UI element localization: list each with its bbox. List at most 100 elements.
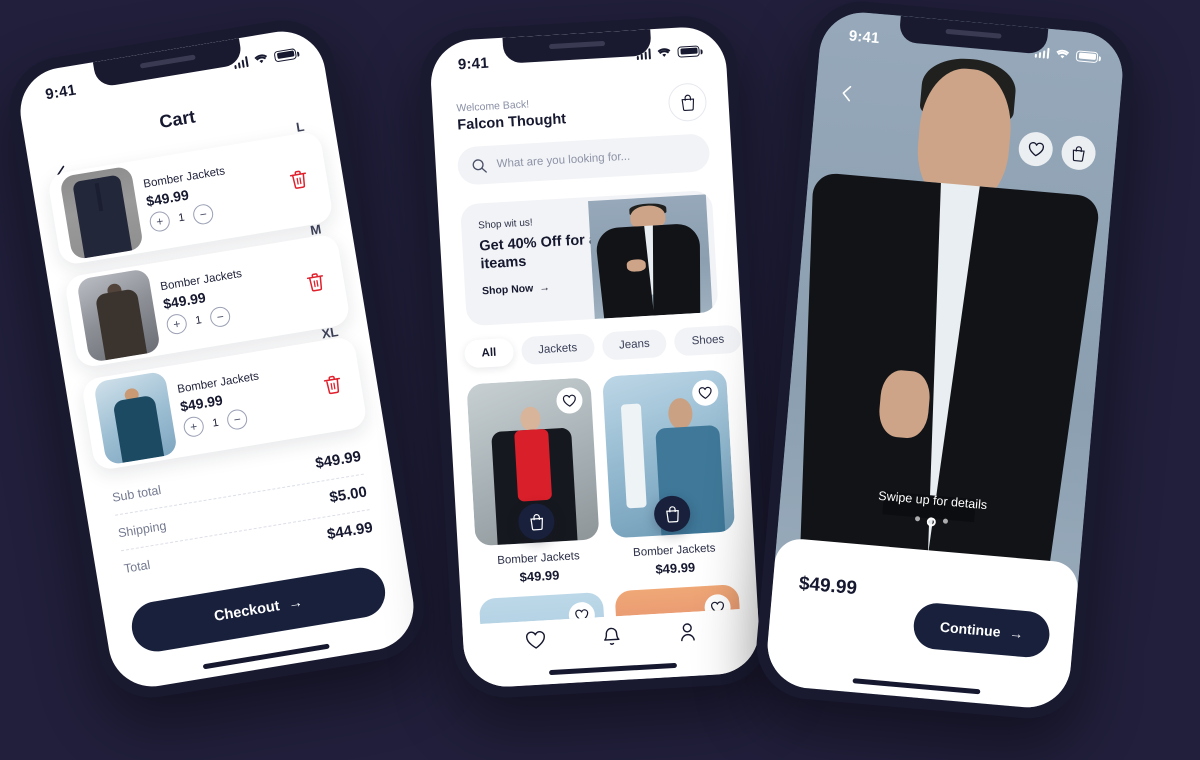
- search-icon: [472, 158, 487, 173]
- favorite-button[interactable]: [691, 378, 719, 407]
- product-card[interactable]: Bomber Jackets$49.99: [602, 369, 737, 579]
- favorite-button[interactable]: [555, 386, 584, 415]
- delete-item-button[interactable]: [304, 270, 329, 295]
- person-icon: [680, 623, 695, 642]
- category-chip-shoes[interactable]: Shoes: [673, 324, 742, 357]
- summary-value: $49.99: [314, 447, 363, 473]
- delete-item-button[interactable]: [321, 373, 346, 398]
- shop-now-label: Shop Now: [481, 282, 534, 298]
- cart-button[interactable]: [667, 82, 708, 123]
- decrease-quantity-button[interactable]: −: [191, 202, 215, 226]
- greeting-block: Welcome Back! Falcon Thought: [456, 96, 566, 133]
- arrow-right-icon: →: [538, 281, 551, 295]
- cart-item-thumbnail: [59, 165, 144, 261]
- category-chip-jackets[interactable]: Jackets: [520, 333, 595, 366]
- cart-item-thumbnail: [76, 268, 161, 363]
- increase-quantity-button[interactable]: +: [165, 312, 189, 336]
- product-card[interactable]: Bomber Jackets$49.99: [466, 377, 601, 587]
- promo-image: [588, 194, 713, 319]
- continue-label: Continue: [939, 618, 1002, 640]
- heart-icon: [1028, 141, 1044, 156]
- battery-icon: [677, 44, 700, 58]
- search-placeholder: What are you looking for...: [496, 150, 631, 171]
- promo-banner[interactable]: Shop wit us! Get 40% Off for all iteams …: [459, 190, 719, 327]
- cart-item-info: Bomber Jackets $49.99 +1−: [167, 360, 328, 439]
- arrow-right-icon: →: [1008, 624, 1025, 642]
- search-bar[interactable]: What are you looking for...: [456, 133, 711, 186]
- wifi-icon: [1056, 49, 1070, 58]
- checkout-label: Checkout: [212, 598, 281, 625]
- add-to-bag-button[interactable]: [1060, 134, 1097, 172]
- tab-profile[interactable]: [677, 622, 697, 649]
- bell-icon: [604, 627, 621, 645]
- cart-item-info: Bomber Jackets $49.99 +1−: [150, 257, 311, 336]
- arrow-right-icon: →: [287, 594, 304, 613]
- category-chip-jeans[interactable]: Jeans: [601, 328, 668, 361]
- tab-favorites[interactable]: [525, 630, 547, 655]
- trash-icon: [306, 273, 323, 292]
- product-price: $49.99: [798, 573, 858, 600]
- speaker-grille: [945, 28, 1002, 39]
- summary-value: $5.00: [328, 483, 369, 507]
- quantity-value: 1: [211, 416, 220, 430]
- product-action-buttons: [1017, 130, 1097, 172]
- summary-label: Shipping: [117, 518, 168, 541]
- pager-dot[interactable]: [942, 518, 948, 524]
- wifi-icon: [657, 47, 671, 57]
- bag-icon: [529, 514, 543, 531]
- increase-quantity-button[interactable]: +: [182, 414, 206, 438]
- category-chip-s[interactable]: S: [748, 321, 762, 353]
- product-grid: Bomber Jackets $49.99 Bomber Jackets $49.99…: [466, 369, 740, 625]
- shopping-bag-icon: [1072, 145, 1085, 162]
- speaker-grille: [139, 54, 196, 69]
- shopping-bag-icon: [681, 94, 694, 112]
- chevron-left-icon: [842, 85, 852, 102]
- delete-item-button[interactable]: [287, 167, 312, 192]
- back-button[interactable]: [841, 85, 852, 108]
- status-time: 9:41: [457, 54, 490, 73]
- phone-mockup-cart: 9:41 Cart L Bomber Jackets $49.99 +1− M Bombe…: [1, 12, 433, 706]
- summary-label: Total: [122, 557, 152, 576]
- battery-icon: [273, 47, 297, 62]
- trash-icon: [323, 375, 340, 395]
- bag-icon: [665, 506, 679, 523]
- continue-button[interactable]: Continue →: [912, 601, 1052, 660]
- favorite-button[interactable]: [1017, 130, 1055, 168]
- quantity-value: 1: [177, 210, 186, 224]
- home-screen: 9:41 Welcome Back! Falcon Thought What a…: [428, 25, 762, 689]
- battery-icon: [1075, 49, 1099, 63]
- heart-icon: [698, 386, 712, 399]
- cart-item-info: Bomber Jackets $49.99 +1−: [133, 155, 294, 234]
- decrease-quantity-button[interactable]: −: [208, 304, 232, 328]
- mockup-stage: 9:41 Cart L Bomber Jackets $49.99 +1− M Bombe…: [0, 0, 1200, 760]
- category-chip-all[interactable]: All: [463, 337, 515, 369]
- quantity-value: 1: [194, 313, 203, 327]
- user-name: Falcon Thought: [456, 111, 567, 134]
- phone-mockup-product: 9:41 Swipe up for details $49.99 Continu…: [752, 0, 1138, 723]
- speaker-grille: [548, 40, 606, 50]
- pager-dot[interactable]: [914, 515, 920, 522]
- category-chip-row[interactable]: AllJacketsJeansShoesS: [463, 321, 762, 369]
- pager-dot[interactable]: [925, 517, 936, 527]
- summary-value: $44.99: [325, 518, 374, 544]
- cart-item-list: L Bomber Jackets $49.99 +1− M Bomber Jackets $…: [31, 119, 386, 486]
- status-indicators: [1034, 46, 1099, 63]
- tab-notifications[interactable]: [602, 626, 622, 653]
- heart-icon: [562, 394, 576, 407]
- status-time: 9:41: [848, 26, 881, 47]
- cart-screen: 9:41 Cart L Bomber Jackets $49.99 +1− M Bombe…: [13, 25, 421, 693]
- product-price: $49.99: [655, 559, 696, 577]
- phone-mockup-home: 9:41 Welcome Back! Falcon Thought What a…: [416, 13, 774, 701]
- heart-icon: [526, 631, 546, 649]
- summary-label: Sub total: [111, 483, 163, 505]
- status-time: 9:41: [44, 81, 78, 103]
- decrease-quantity-button[interactable]: −: [225, 407, 249, 431]
- cart-item-thumbnail: [93, 370, 178, 466]
- wifi-icon: [254, 53, 267, 63]
- product-price: $49.99: [519, 567, 560, 585]
- status-indicators: [233, 47, 297, 69]
- trash-icon: [289, 170, 307, 189]
- home-indicator: [202, 643, 330, 670]
- increase-quantity-button[interactable]: +: [148, 209, 172, 233]
- product-screen: 9:41 Swipe up for details $49.99 Continu…: [764, 9, 1126, 711]
